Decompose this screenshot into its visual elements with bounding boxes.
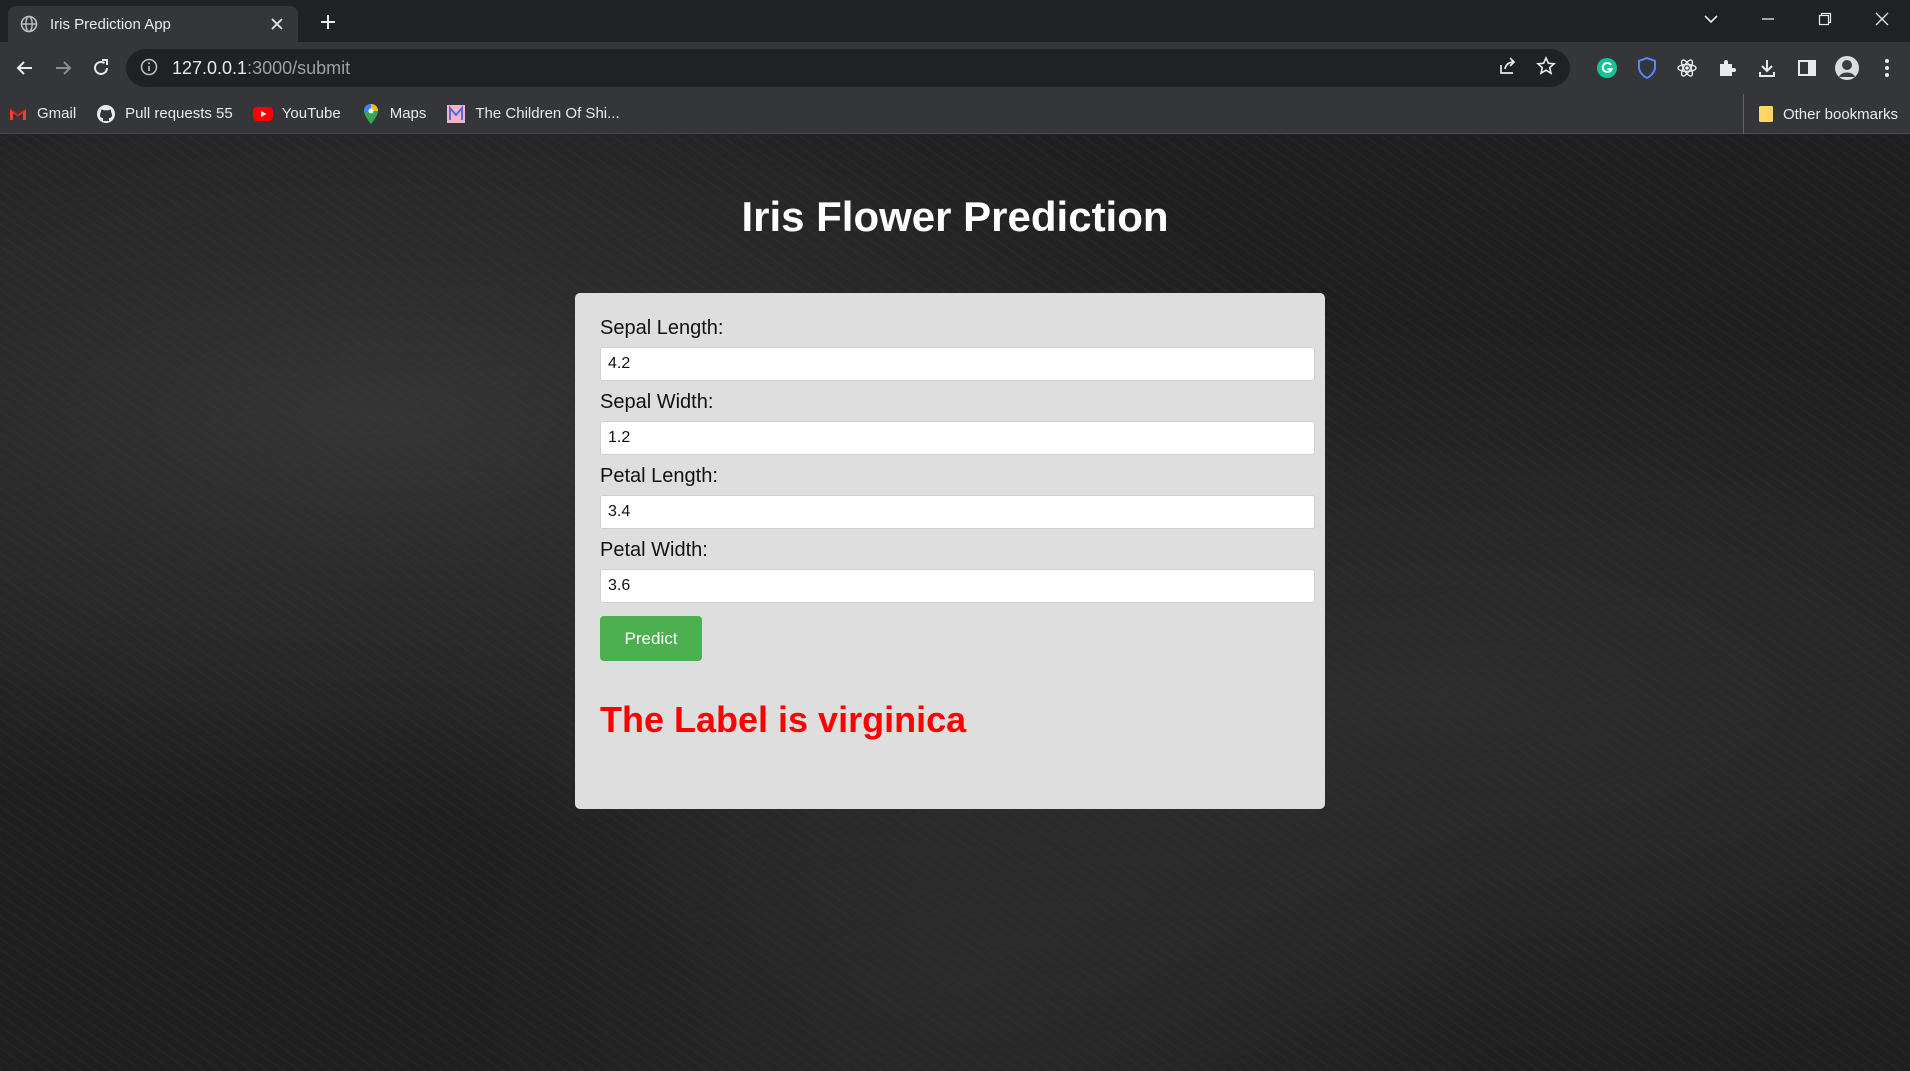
extensions-area (1594, 49, 1900, 87)
sepal-length-label: Sepal Length: (600, 317, 724, 339)
bookmark-label: Maps (389, 105, 427, 122)
gmail-icon (8, 104, 28, 124)
page-viewport: Iris Flower Prediction Sepal Length: Sep… (0, 135, 1910, 1071)
site-info-icon[interactable] (140, 58, 160, 78)
grammarly-icon[interactable] (1594, 55, 1620, 81)
download-icon[interactable] (1754, 55, 1780, 81)
petal-length-label: Petal Length: (600, 465, 718, 487)
reload-icon[interactable] (82, 49, 120, 87)
prediction-result: The Label is virginica (600, 699, 967, 740)
menu-kebab-icon[interactable] (1874, 55, 1900, 81)
address-bar[interactable]: 127.0.0.1:3000/submit (126, 49, 1570, 87)
restore-icon[interactable] (1796, 0, 1853, 38)
react-devtools-icon[interactable] (1674, 55, 1700, 81)
bookmark-gmail[interactable]: Gmail (8, 104, 76, 124)
bookmark-label: Gmail (37, 105, 77, 122)
bookmark-label: Pull requests 55 (125, 105, 233, 122)
petal-width-input[interactable] (600, 569, 1315, 603)
browser-tab[interactable]: Iris Prediction App (8, 6, 298, 42)
browser-tab-strip: Iris Prediction App (0, 0, 1910, 42)
bookmark-star-icon[interactable] (1536, 55, 1556, 81)
other-bookmarks[interactable]: Other bookmarks (1742, 94, 1898, 134)
tab-title: Iris Prediction App (50, 15, 171, 33)
bookmark-youtube[interactable]: YouTube (252, 104, 341, 124)
back-arrow-icon[interactable] (6, 49, 44, 87)
sepal-length-input[interactable] (600, 347, 1315, 381)
bookmark-label: YouTube (281, 105, 341, 122)
globe-icon (20, 15, 38, 33)
bookmark-maps[interactable]: Maps (361, 103, 427, 124)
petal-width-label: Petal Width: (600, 539, 708, 561)
folder-icon (1758, 105, 1774, 123)
bookmark-children-of-shi[interactable]: The Children Of Shi... (446, 104, 620, 124)
tab-search-icon[interactable] (1682, 0, 1739, 38)
omnibox-actions (1498, 55, 1556, 81)
shield-icon[interactable] (1634, 55, 1660, 81)
sepal-width-label: Sepal Width: (600, 391, 714, 413)
side-panel-icon[interactable] (1794, 55, 1820, 81)
close-tab-icon[interactable] (268, 15, 286, 33)
close-window-icon[interactable] (1853, 0, 1910, 38)
prediction-form: Sepal Length: Sepal Width: Petal Length:… (575, 293, 1325, 809)
share-icon[interactable] (1498, 56, 1518, 81)
bookmark-pull-requests[interactable]: Pull requests 55 (96, 104, 233, 124)
other-bookmarks-label: Other bookmarks (1782, 105, 1898, 123)
forward-arrow-icon[interactable] (44, 49, 82, 87)
youtube-icon (252, 104, 273, 124)
github-icon (96, 104, 116, 124)
url-host: 127.0.0.1 (172, 57, 248, 78)
bookmarks-bar: Gmail Pull requests 55 YouTube Maps The … (0, 94, 1910, 134)
sepal-width-input[interactable] (600, 421, 1315, 455)
maps-icon (361, 103, 381, 124)
minimize-icon[interactable] (1739, 0, 1796, 38)
page-title: Iris Flower Prediction (741, 193, 1169, 240)
window-controls (1682, 0, 1910, 38)
extensions-puzzle-icon[interactable] (1714, 55, 1740, 81)
predict-button[interactable]: Predict (600, 616, 702, 661)
bookmark-label: The Children Of Shi... (475, 105, 620, 122)
new-tab-icon[interactable] (316, 10, 340, 34)
bookmark-site-icon (446, 104, 466, 124)
profile-avatar[interactable] (1834, 55, 1860, 81)
url-path: :3000/submit (247, 57, 351, 78)
petal-length-input[interactable] (600, 495, 1315, 529)
browser-toolbar: 127.0.0.1:3000/submit (0, 42, 1910, 94)
